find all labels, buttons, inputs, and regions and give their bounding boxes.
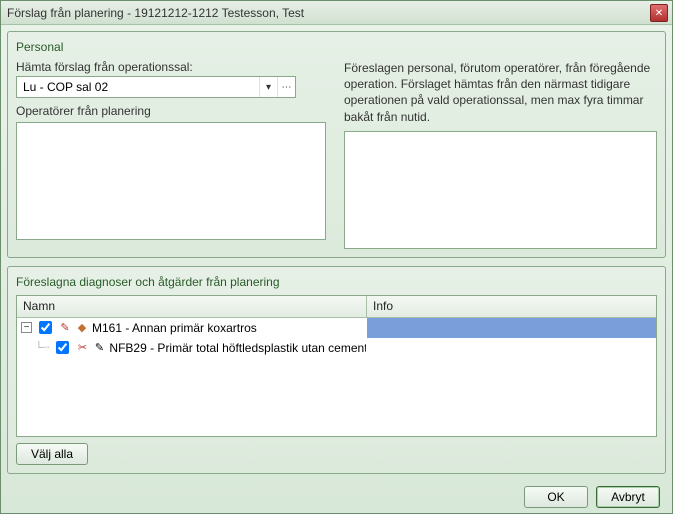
personal-group: Personal Hämta förslag från operationssa… xyxy=(7,31,666,258)
collapse-icon[interactable]: − xyxy=(21,322,32,333)
tag-icon: ◆ xyxy=(75,321,89,335)
window-title: Förslag från planering - 19121212-1212 T… xyxy=(7,6,304,20)
operators-label: Operatörer från planering xyxy=(16,104,326,118)
suggested-personnel-list[interactable] xyxy=(344,131,657,249)
edit-icon: ✎ xyxy=(92,341,106,355)
row-label: M161 - Annan primär koxartros xyxy=(92,321,257,335)
close-button[interactable]: ✕ xyxy=(650,4,668,22)
personal-legend: Personal xyxy=(16,40,657,54)
titlebar: Förslag från planering - 19121212-1212 T… xyxy=(1,1,672,25)
row-checkbox[interactable] xyxy=(39,321,52,334)
diagnoses-tree[interactable]: Namn Info − ✎ ◆ M161 - Annan primär koxa… xyxy=(16,295,657,437)
cancel-button[interactable]: Avbryt xyxy=(596,486,660,508)
dialog-window: Förslag från planering - 19121212-1212 T… xyxy=(0,0,673,514)
row-checkbox[interactable] xyxy=(56,341,69,354)
diagnoses-legend: Föreslagna diagnoser och åtgärder från p… xyxy=(16,275,657,289)
diagnoses-group: Föreslagna diagnoser och åtgärder från p… xyxy=(7,266,666,474)
diagnosis-icon: ✎ xyxy=(58,321,72,335)
room-input[interactable] xyxy=(17,77,259,97)
ellipsis-icon[interactable]: ⋯ xyxy=(277,77,295,97)
room-combo[interactable]: ▾ ⋯ xyxy=(16,76,296,98)
ok-button[interactable]: OK xyxy=(524,486,588,508)
dialog-buttons: OK Avbryt xyxy=(7,482,666,508)
row-info xyxy=(367,338,656,358)
tree-branch-icon: └┈ xyxy=(35,341,49,354)
row-label: NFB29 - Primär total höftledsplastik uta… xyxy=(109,341,367,355)
room-label: Hämta förslag från operationssal: xyxy=(16,60,326,74)
chevron-down-icon[interactable]: ▾ xyxy=(259,77,277,97)
operators-list[interactable] xyxy=(16,122,326,240)
tree-header: Namn Info xyxy=(17,296,656,318)
procedure-icon: ✂ xyxy=(75,341,89,355)
col-name-header[interactable]: Namn xyxy=(17,296,367,317)
table-row[interactable]: − ✎ ◆ M161 - Annan primär koxartros xyxy=(17,318,656,338)
col-info-header[interactable]: Info xyxy=(367,296,656,317)
content: Personal Hämta förslag från operationssa… xyxy=(1,25,672,514)
row-info xyxy=(367,318,656,338)
close-icon: ✕ xyxy=(655,8,663,19)
select-all-button[interactable]: Välj alla xyxy=(16,443,88,465)
table-row[interactable]: └┈ ✂ ✎ NFB29 - Primär total höftledsplas… xyxy=(17,338,656,358)
suggested-personnel-info: Föreslagen personal, förutom operatörer,… xyxy=(344,60,657,125)
